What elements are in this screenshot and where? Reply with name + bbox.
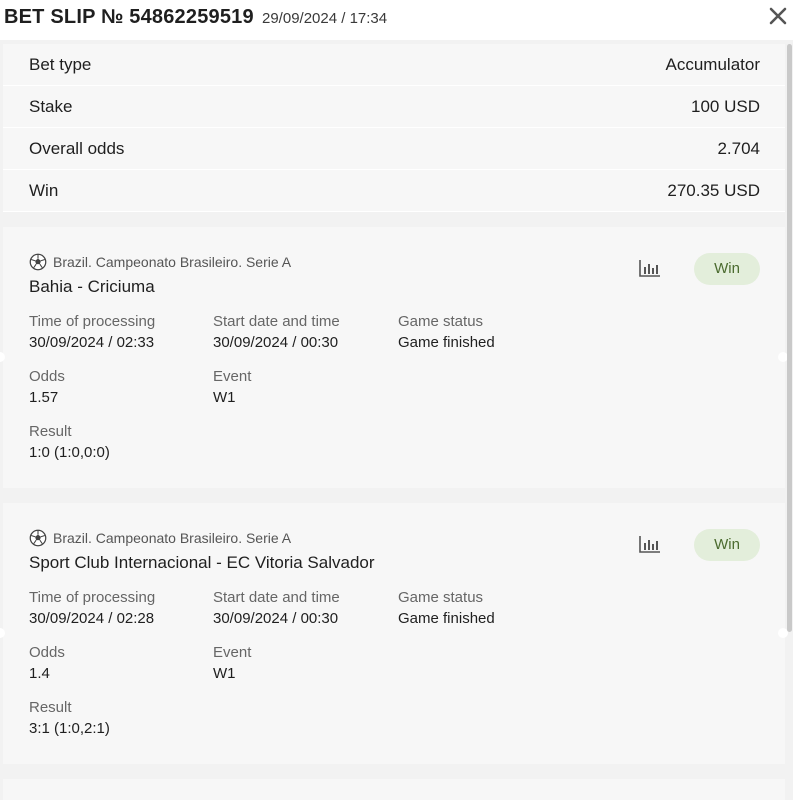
summary-value: Accumulator [665,55,760,74]
summary-row-stake: Stake 100 USD [3,86,785,128]
league-line: Brazil. Campeonato Brasileiro. Serie A [29,253,291,271]
summary-label: Win [29,181,59,200]
game-status-value: Game finished [398,334,495,351]
bet-card: Brazil. Campeonato Brasileiro. Serie A S… [3,503,785,764]
event-label: Event [213,368,252,385]
status-badge: Win [694,529,760,561]
close-icon[interactable] [766,4,790,28]
summary-label: Stake [29,97,73,116]
league-name: Brazil. Campeonato Brasileiro. Serie A [53,530,292,546]
status-badge: Win [694,253,760,285]
start-date-time-value: 30/09/2024 / 00:30 [213,334,339,351]
result-value: 1:0 (1:0,0:0) [29,444,110,461]
bet-summary: Bet type Accumulator Stake 100 USD Overa… [3,44,785,212]
time-of-processing-label: Time of processing [29,313,156,330]
statistics-icon[interactable] [639,259,661,277]
scrollbar[interactable] [787,44,792,632]
time-of-processing-value: 30/09/2024 / 02:28 [29,610,155,627]
odds-label: Odds [29,644,65,661]
match-name: Sport Club Internacional - EC Vitoria Sa… [29,553,375,572]
time-of-processing-value: 30/09/2024 / 02:33 [29,334,155,351]
summary-label: Bet type [29,55,92,74]
time-of-processing-label: Time of processing [29,589,156,606]
game-status-label: Game status [398,313,484,330]
summary-label: Overall odds [29,139,125,158]
result-value: 3:1 (1:0,2:1) [29,720,110,737]
league-line: Brazil. Campeonato Brasileiro. Serie A [29,529,291,547]
result-label: Result [29,699,72,716]
bet-slip-datetime: 29/09/2024 / 17:34 [262,10,388,27]
odds-value: 1.57 [29,389,59,406]
event-value: W1 [213,665,236,682]
summary-value: 270.35 USD [667,181,760,200]
result-label: Result [29,423,72,440]
start-date-time-label: Start date and time [213,589,340,606]
bet-card: Brazil. Campeonato Brasileiro. Serie A B… [3,227,785,488]
start-date-time-value: 30/09/2024 / 00:30 [213,610,339,627]
start-date-time-label: Start date and time [213,313,340,330]
summary-row-bet-type: Bet type Accumulator [3,44,785,86]
league-name: Brazil. Campeonato Brasileiro. Serie A [53,254,292,270]
event-label: Event [213,644,252,661]
summary-row-overall-odds: Overall odds 2.704 [3,128,785,170]
soccer-ball-icon [29,253,47,271]
bet-slip-header: BET SLIP № 54862259519 29/09/2024 / 17:3… [0,0,793,40]
odds-value: 1.4 [29,665,50,682]
soccer-ball-icon [29,529,47,547]
bet-slip-title: BET SLIP № 54862259519 [4,6,254,28]
odds-label: Odds [29,368,65,385]
event-value: W1 [213,389,236,406]
match-name: Bahia - Criciuma [29,277,155,296]
game-status-value: Game finished [398,610,495,627]
summary-value: 100 USD [691,97,760,116]
summary-value: 2.704 [717,139,760,158]
game-status-label: Game status [398,589,484,606]
bet-card-partial [3,779,785,800]
summary-row-win: Win 270.35 USD [3,170,785,212]
statistics-icon[interactable] [639,535,661,553]
